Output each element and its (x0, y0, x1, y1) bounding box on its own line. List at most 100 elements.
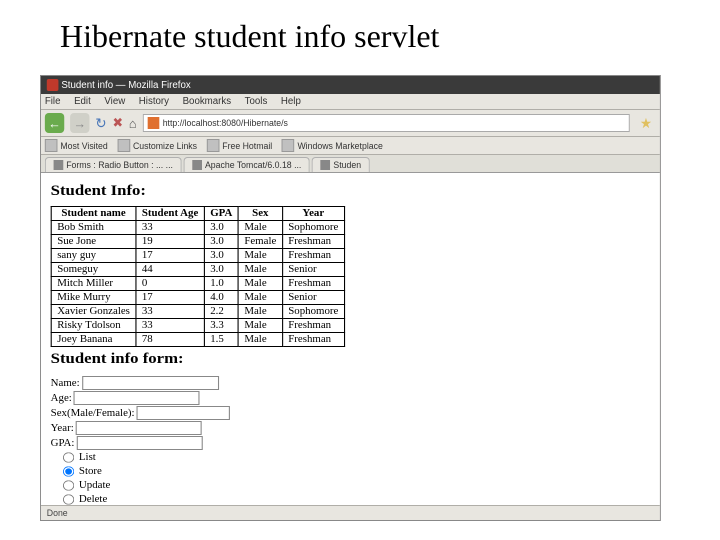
table-cell: Male (238, 305, 282, 319)
menubar: File Edit View History Bookmarks Tools H… (41, 94, 660, 110)
page-heading-form: Student info form: (51, 351, 660, 368)
table-cell: 3.0 (204, 263, 238, 277)
table-cell: 17 (136, 249, 204, 263)
page-icon (282, 139, 295, 152)
table-cell: 33 (136, 305, 204, 319)
table-cell: Bob Smith (51, 221, 136, 235)
table-cell: 4.0 (204, 291, 238, 305)
tab-tomcat[interactable]: Apache Tomcat/6.0.18 ... (184, 157, 310, 172)
bookmark-free-hotmail[interactable]: Free Hotmail (207, 139, 272, 152)
bookmark-customize-links[interactable]: Customize Links (117, 139, 197, 152)
table-row: Sue Jone193.0FemaleFreshman (51, 235, 344, 249)
label-age: Age: (51, 393, 72, 404)
table-cell: Mitch Miller (51, 277, 136, 291)
table-cell: 33 (136, 319, 204, 333)
table-cell: 19 (136, 235, 204, 249)
table-cell: 3.0 (204, 235, 238, 249)
forward-button[interactable]: → (70, 113, 89, 133)
window-title-text: Student info — Mozilla Firefox (61, 80, 190, 91)
tab-bar: Forms : Radio Button : ... ... Apache To… (41, 155, 660, 173)
table-row: Xavier Gonzales332.2MaleSophomore (51, 305, 344, 319)
menu-edit[interactable]: Edit (74, 96, 91, 107)
reload-button[interactable]: ↻ (95, 115, 106, 132)
table-cell: Male (238, 333, 282, 347)
window-titlebar: Student info — Mozilla Firefox (41, 76, 660, 94)
table-row: sany guy173.0MaleFreshman (51, 249, 344, 263)
radio-row: List (62, 451, 660, 464)
col-year: Year (282, 207, 344, 221)
table-row: Bob Smith333.0MaleSophomore (51, 221, 344, 235)
home-button[interactable]: ⌂ (129, 116, 137, 131)
menu-history[interactable]: History (139, 96, 169, 107)
table-cell: Male (238, 291, 282, 305)
table-row: Risky Tdolson333.3MaleFreshman (51, 319, 344, 333)
name-input[interactable] (82, 376, 219, 390)
address-bar[interactable]: http://localhost:8080/Hibernate/s (142, 114, 630, 132)
favicon-icon (147, 117, 159, 129)
radio-delete[interactable] (63, 494, 74, 504)
table-cell: Someguy (51, 263, 136, 277)
table-cell: Senior (282, 291, 344, 305)
back-button[interactable]: ← (45, 113, 64, 133)
table-cell: 78 (136, 333, 204, 347)
url-text: http://localhost:8080/Hibernate/s (163, 118, 288, 128)
page-icon (207, 139, 220, 152)
label-sex: Sex(Male/Female): (51, 408, 135, 419)
col-name: Student name (51, 207, 136, 221)
tab-icon (192, 160, 202, 170)
menu-help[interactable]: Help (281, 96, 301, 107)
bookmark-windows-marketplace[interactable]: Windows Marketplace (282, 139, 383, 152)
table-cell: Sue Jone (51, 235, 136, 249)
table-cell: 2.2 (204, 305, 238, 319)
tab-icon (54, 160, 64, 170)
stop-button[interactable]: ✖ (112, 115, 123, 131)
tab-forms[interactable]: Forms : Radio Button : ... ... (45, 157, 182, 172)
table-cell: sany guy (51, 249, 136, 263)
page-icon (117, 139, 130, 152)
table-cell: 0 (136, 277, 204, 291)
page-heading-info: Student Info: (51, 183, 660, 200)
year-input[interactable] (76, 421, 202, 435)
menu-tools[interactable]: Tools (245, 96, 268, 107)
radio-list[interactable] (63, 452, 74, 462)
label-gpa: GPA: (51, 438, 75, 449)
table-cell: Sophomore (282, 221, 344, 235)
menu-view[interactable]: View (104, 96, 125, 107)
bookmark-star-icon[interactable]: ★ (636, 115, 656, 132)
folder-icon (45, 139, 58, 152)
table-cell: Male (238, 249, 282, 263)
radio-label: Delete (79, 494, 107, 505)
radio-label: Update (79, 480, 110, 491)
table-cell: Risky Tdolson (51, 319, 136, 333)
radio-label: Store (79, 466, 102, 477)
col-gpa: GPA (204, 207, 238, 221)
table-row: Mike Murry174.0MaleSenior (51, 291, 344, 305)
col-sex: Sex (238, 207, 282, 221)
radio-row: Store (62, 465, 660, 478)
table-cell: Male (238, 319, 282, 333)
status-bar: Done (41, 505, 660, 520)
table-cell: Male (238, 277, 282, 291)
table-cell: Freshman (282, 277, 344, 291)
col-age: Student Age (136, 207, 204, 221)
action-radio-group: List Store Update Delete (51, 451, 660, 505)
table-cell: Female (238, 235, 282, 249)
bookmarks-toolbar: Most Visited Customize Links Free Hotmai… (41, 137, 660, 155)
tab-student[interactable]: Studen (312, 157, 370, 172)
radio-store[interactable] (63, 466, 74, 476)
bookmark-most-visited[interactable]: Most Visited (45, 139, 108, 152)
slide-title: Hibernate student info servlet (0, 0, 720, 55)
app-icon (47, 79, 59, 91)
table-cell: 3.3 (204, 319, 238, 333)
gpa-input[interactable] (77, 436, 203, 450)
radio-update[interactable] (63, 480, 74, 490)
age-input[interactable] (74, 391, 200, 405)
table-row: Mitch Miller01.0MaleFreshman (51, 277, 344, 291)
table-cell: Freshman (282, 333, 344, 347)
menu-file[interactable]: File (45, 96, 61, 107)
radio-label: List (79, 452, 96, 463)
student-form: Name: Age: Sex(Male/Female): Year: GPA: … (51, 376, 660, 505)
nav-toolbar: ← → ↻ ✖ ⌂ http://localhost:8080/Hibernat… (41, 110, 660, 137)
menu-bookmarks[interactable]: Bookmarks (183, 96, 232, 107)
sex-input[interactable] (137, 406, 230, 420)
